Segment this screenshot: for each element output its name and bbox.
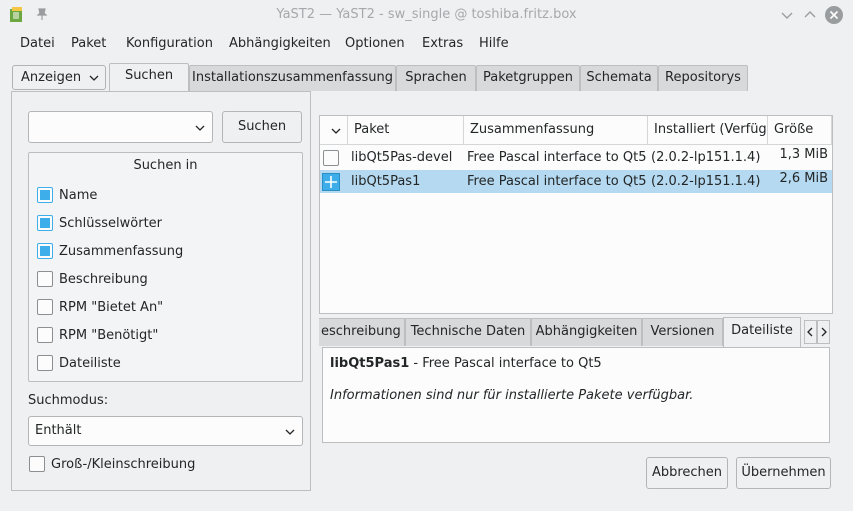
menu-optionen[interactable]: Optionen bbox=[345, 34, 405, 56]
accept-button[interactable]: Übernehmen bbox=[736, 457, 831, 489]
tab-abhaengigkeiten[interactable]: Abhängigkeiten bbox=[531, 318, 642, 346]
option-description-label: Beschreibung bbox=[59, 272, 148, 287]
package-name: libQt5Pas-devel bbox=[351, 150, 453, 165]
details-package-name: libQt5Pas1 bbox=[330, 356, 410, 371]
package-name: libQt5Pas1 bbox=[351, 174, 421, 189]
window-title: YaST2 — YaST2 - sw_single @ toshiba.frit… bbox=[276, 7, 577, 22]
maximize-icon[interactable] bbox=[800, 5, 820, 25]
column-size-header[interactable]: Größe bbox=[768, 116, 832, 145]
column-status-header[interactable] bbox=[320, 116, 348, 145]
chevron-down-icon bbox=[89, 75, 99, 81]
install-status-icon[interactable] bbox=[322, 173, 340, 191]
case-sensitive-option[interactable]: Groß-/Kleinschreibung bbox=[29, 455, 196, 476]
search-button[interactable]: Suchen bbox=[222, 111, 302, 143]
option-summary-label: Zusammenfassung bbox=[59, 244, 184, 259]
option-rpm-provides[interactable]: RPM "Bietet An" bbox=[37, 298, 164, 319]
menu-datei[interactable]: Datei bbox=[20, 34, 55, 56]
checkbox-keywords[interactable] bbox=[37, 214, 53, 231]
option-keywords-label: Schlüsselwörter bbox=[59, 216, 163, 231]
column-paket-header[interactable]: Paket bbox=[348, 116, 464, 145]
package-summary: Free Pascal interface to Qt5 bbox=[467, 150, 647, 165]
search-input[interactable] bbox=[28, 111, 213, 143]
checkbox-case-sensitive[interactable] bbox=[29, 455, 45, 472]
tab-dateiliste[interactable]: Dateiliste bbox=[723, 317, 801, 347]
option-rpm-requires[interactable]: RPM "Benötigt" bbox=[37, 326, 159, 347]
details-package-summary: - Free Pascal interface to Qt5 bbox=[409, 356, 602, 371]
cancel-button[interactable]: Abbrechen bbox=[646, 457, 728, 489]
checkbox-description[interactable] bbox=[37, 270, 53, 287]
menu-hilfe[interactable]: Hilfe bbox=[479, 34, 509, 56]
tab-scroll-left[interactable] bbox=[804, 320, 817, 344]
search-in-title: Suchen in bbox=[133, 158, 198, 173]
tab-paketgruppen[interactable]: Paketgruppen bbox=[476, 65, 580, 91]
option-keywords[interactable]: Schlüsselwörter bbox=[37, 214, 163, 235]
chevron-down-icon bbox=[331, 128, 341, 134]
tab-repositorys[interactable]: Repositorys bbox=[658, 65, 748, 91]
close-icon[interactable] bbox=[824, 5, 844, 25]
package-version: (2.0.2-lp151.1.4) bbox=[651, 150, 761, 165]
case-sensitive-label: Groß-/Kleinschreibung bbox=[51, 457, 196, 472]
package-size: 2,6 MiB bbox=[779, 171, 828, 186]
package-size: 1,3 MiB bbox=[779, 147, 828, 162]
menu-konfiguration[interactable]: Konfiguration bbox=[126, 34, 213, 56]
package-version: (2.0.2-lp151.1.4) bbox=[651, 174, 761, 189]
chevron-down-icon[interactable] bbox=[194, 122, 206, 134]
tab-schemata[interactable]: Schemata bbox=[580, 65, 658, 91]
column-installed-header[interactable]: Installiert (Verfügl bbox=[648, 116, 768, 145]
option-rpm-provides-label: RPM "Bietet An" bbox=[59, 300, 164, 315]
details-message: Informationen sind nur für installierte … bbox=[330, 388, 694, 403]
search-mode-value: Enthält bbox=[35, 423, 82, 438]
tab-versionen[interactable]: Versionen bbox=[642, 318, 723, 346]
checkbox-file-list[interactable] bbox=[37, 354, 53, 371]
view-dropdown[interactable]: Anzeigen bbox=[12, 65, 106, 90]
option-rpm-requires-label: RPM "Benötigt" bbox=[59, 328, 159, 343]
search-mode-select[interactable]: Enthält bbox=[28, 416, 303, 446]
option-name[interactable]: Name bbox=[37, 186, 98, 207]
chevron-down-icon bbox=[285, 429, 295, 435]
view-dropdown-label: Anzeigen bbox=[21, 70, 82, 85]
checkbox-rpm-provides[interactable] bbox=[37, 298, 53, 315]
option-description[interactable]: Beschreibung bbox=[37, 270, 148, 291]
option-name-label: Name bbox=[59, 188, 98, 203]
tab-sprachen[interactable]: Sprachen bbox=[396, 65, 476, 91]
tab-technische-daten[interactable]: Technische Daten bbox=[405, 318, 531, 346]
status-checkbox[interactable] bbox=[323, 150, 339, 166]
tab-scroll-right[interactable] bbox=[817, 320, 830, 344]
option-file-list-label: Dateiliste bbox=[59, 356, 121, 371]
details-header: libQt5Pas1 - Free Pascal interface to Qt… bbox=[330, 356, 602, 371]
tab-suchen[interactable]: Suchen bbox=[109, 63, 189, 92]
checkbox-summary[interactable] bbox=[37, 242, 53, 259]
option-summary[interactable]: Zusammenfassung bbox=[37, 242, 184, 263]
menu-paket[interactable]: Paket bbox=[71, 34, 106, 56]
menu-extras[interactable]: Extras bbox=[422, 34, 463, 56]
option-file-list[interactable]: Dateiliste bbox=[37, 354, 121, 375]
checkbox-name[interactable] bbox=[37, 186, 53, 203]
chevron-right-icon bbox=[821, 327, 827, 337]
menu-abhaengigkeiten[interactable]: Abhängigkeiten bbox=[229, 34, 331, 56]
tab-installationszusammenfassung[interactable]: Installationszusammenfassung bbox=[189, 65, 396, 91]
chevron-left-icon bbox=[807, 327, 813, 337]
package-summary: Free Pascal interface to Qt5 bbox=[467, 174, 647, 189]
search-mode-label: Suchmodus: bbox=[28, 393, 109, 408]
tab-beschreibung[interactable]: eschreibung bbox=[319, 318, 405, 346]
column-summary-header[interactable]: Zusammenfassung bbox=[464, 116, 648, 145]
checkbox-rpm-requires[interactable] bbox=[37, 326, 53, 343]
minimize-icon[interactable] bbox=[777, 5, 797, 25]
